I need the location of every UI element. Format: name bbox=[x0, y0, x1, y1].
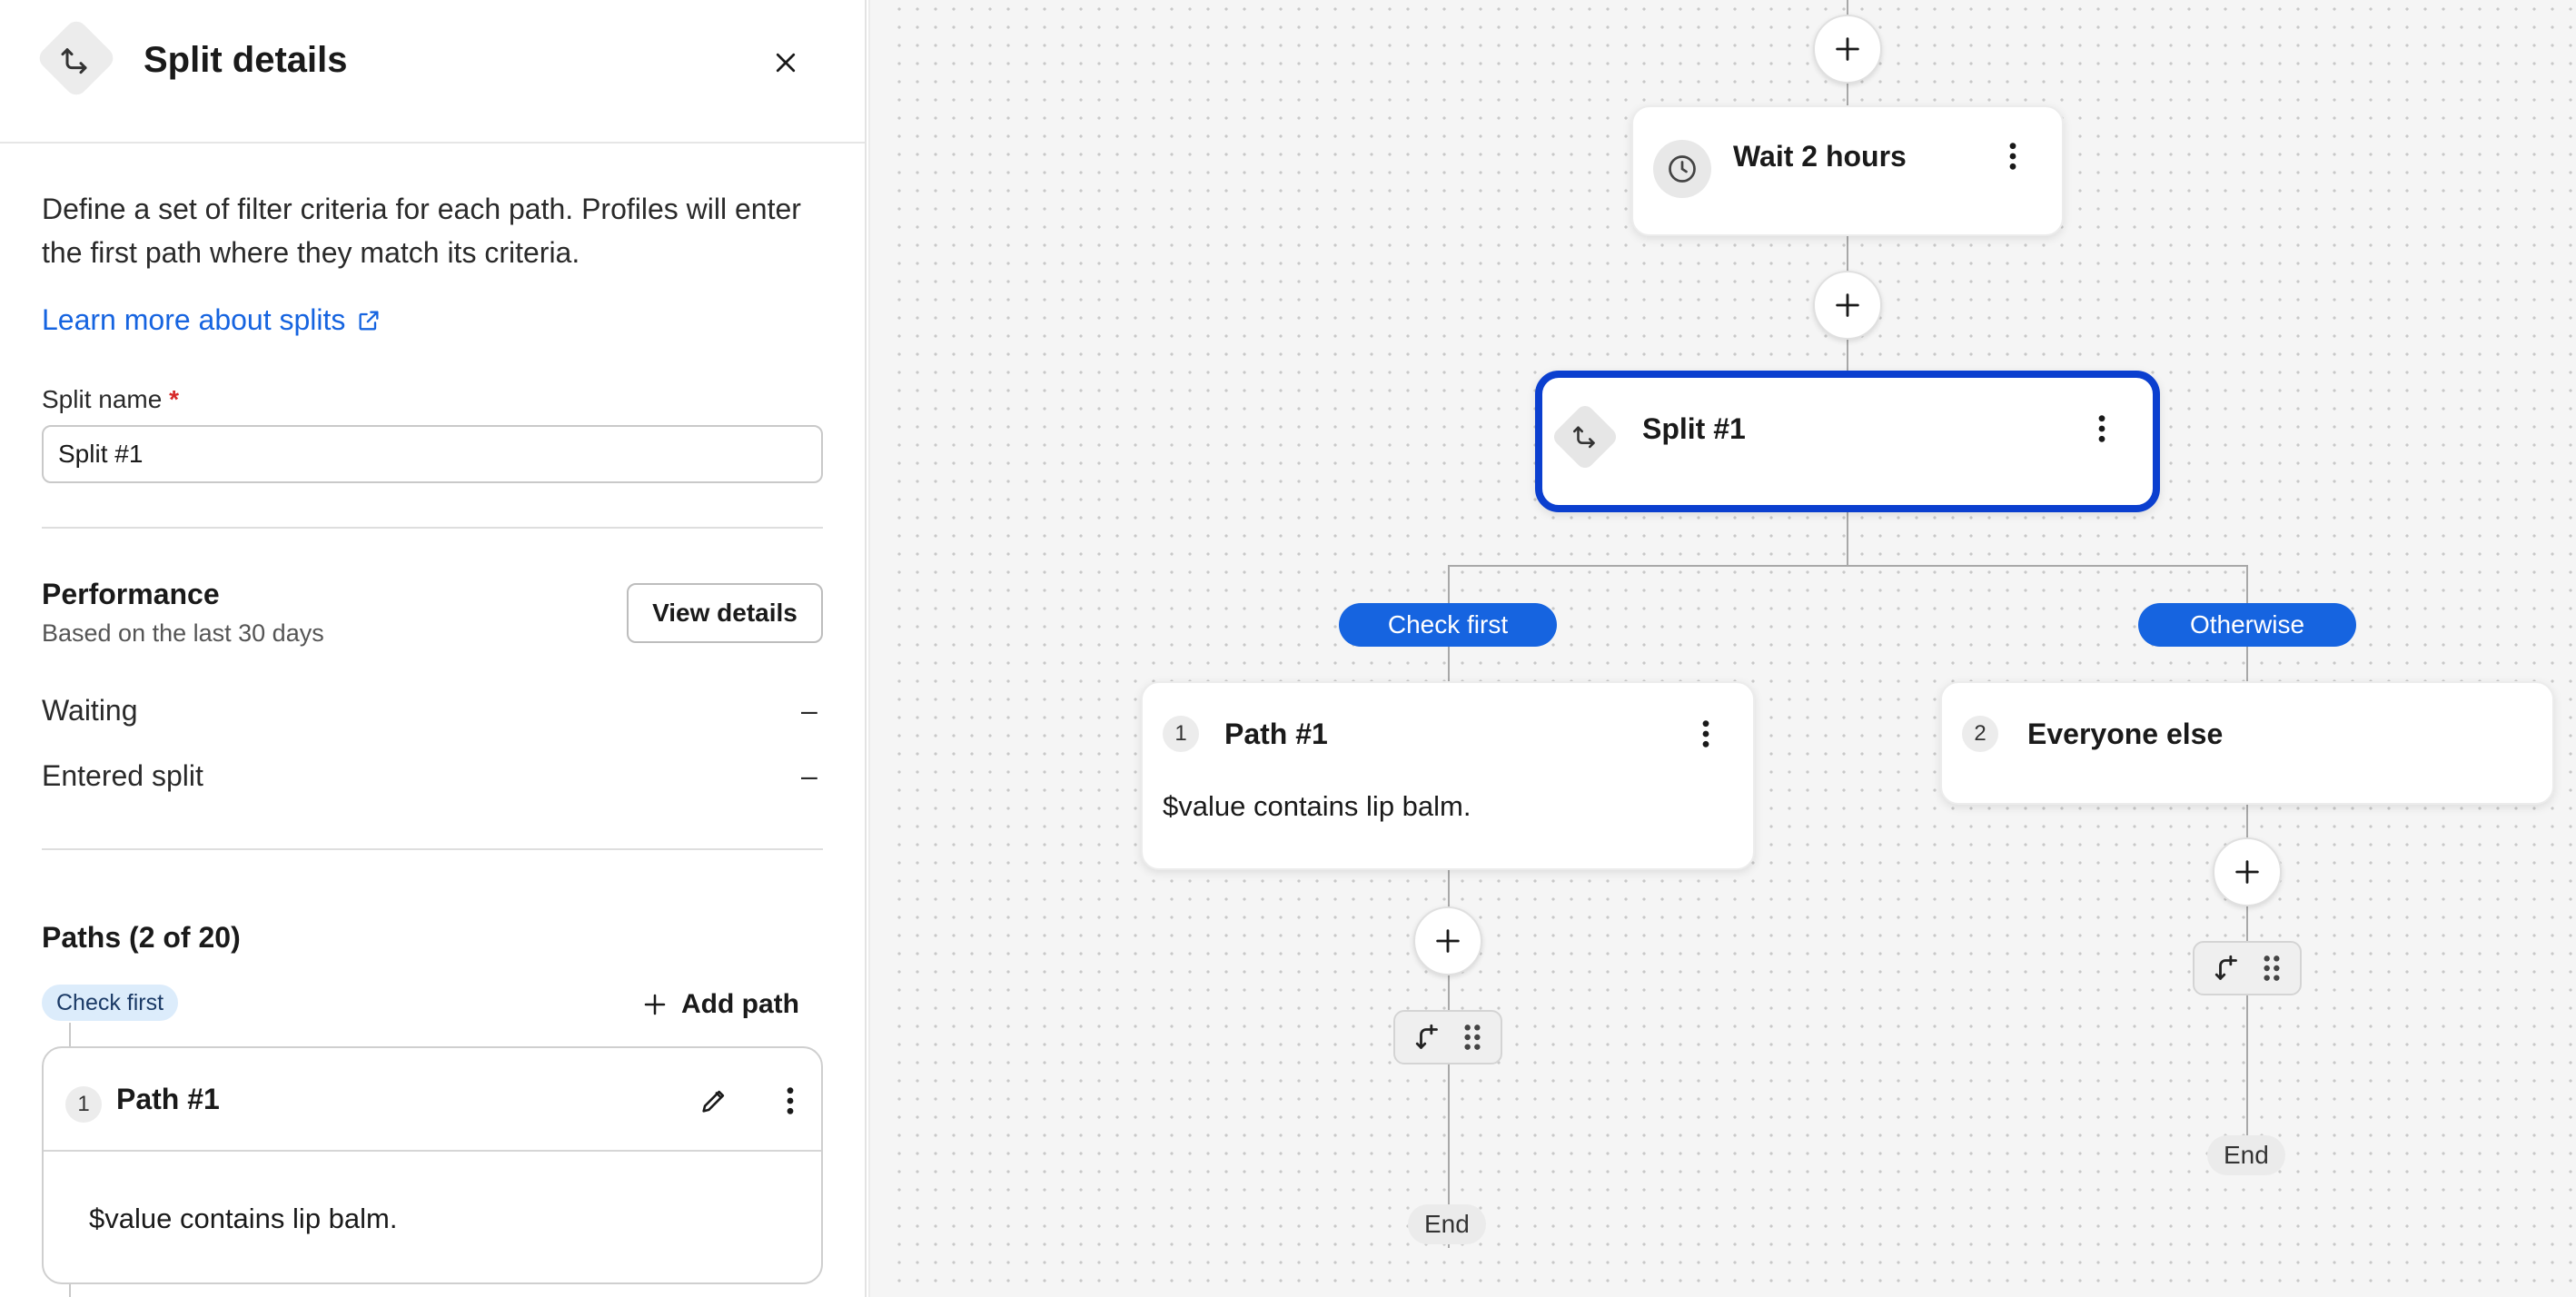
path-card[interactable]: 1 Path #1 $value contains lip balm. bbox=[42, 1046, 823, 1284]
performance-title: Performance bbox=[42, 578, 220, 610]
drag-grip-icon bbox=[2264, 955, 2280, 981]
performance-subtitle: Based on the last 30 days bbox=[42, 619, 324, 647]
path-node-title: Path #1 bbox=[1224, 718, 1328, 750]
more-vertical-icon[interactable] bbox=[770, 1081, 810, 1121]
add-step-button[interactable] bbox=[2213, 837, 2282, 906]
learn-more-link[interactable]: Learn more about splits bbox=[42, 303, 381, 337]
plus-icon bbox=[1436, 929, 1460, 953]
panel-gutter bbox=[868, 0, 890, 1297]
path-number: 2 bbox=[1962, 716, 1998, 752]
everyone-else-node[interactable]: 2 Everyone else bbox=[1940, 681, 2554, 805]
path-card-condition: $value contains lip balm. bbox=[89, 1203, 398, 1234]
split-name-input[interactable] bbox=[42, 425, 823, 483]
connector-line bbox=[1847, 512, 1848, 567]
panel-header: Split details bbox=[0, 0, 865, 144]
drag-grip-icon bbox=[1464, 1025, 1481, 1050]
view-details-button[interactable]: View details bbox=[627, 583, 823, 643]
learn-more-label: Learn more about splits bbox=[42, 303, 346, 336]
connector-line bbox=[1448, 565, 2248, 567]
split-node-title: Split #1 bbox=[1642, 412, 1746, 445]
split-icon bbox=[54, 40, 98, 84]
more-vertical-icon[interactable] bbox=[2082, 409, 2122, 449]
plus-icon bbox=[1836, 37, 1859, 61]
branch-drag-handle[interactable] bbox=[2193, 941, 2302, 995]
pencil-icon[interactable] bbox=[694, 1081, 734, 1121]
check-first-pill: Check first bbox=[1339, 603, 1557, 647]
more-vertical-icon[interactable] bbox=[1993, 136, 2033, 176]
wait-node[interactable]: Wait 2 hours bbox=[1631, 105, 2064, 236]
more-vertical-icon[interactable] bbox=[1686, 714, 1726, 754]
metric-entered-label: Entered split bbox=[42, 759, 203, 792]
required-mark: * bbox=[169, 385, 179, 413]
metric-entered-value: – bbox=[801, 759, 817, 792]
add-path-button[interactable]: Add path bbox=[641, 985, 799, 1025]
branch-drag-handle[interactable] bbox=[1393, 1010, 1502, 1064]
path-number: 1 bbox=[1163, 716, 1199, 752]
path-number: 1 bbox=[65, 1086, 102, 1123]
check-first-badge: Check first bbox=[42, 985, 179, 1021]
close-icon[interactable] bbox=[763, 40, 808, 85]
plus-icon bbox=[644, 994, 666, 1015]
add-step-button[interactable] bbox=[1413, 906, 1482, 975]
clock-icon bbox=[1653, 140, 1711, 198]
plus-icon bbox=[2235, 860, 2259, 884]
path-card-title: Path #1 bbox=[116, 1083, 220, 1115]
split-name-label-text: Split name bbox=[42, 385, 163, 413]
metric-waiting-value: – bbox=[801, 694, 817, 727]
wait-node-title: Wait 2 hours bbox=[1733, 140, 1907, 173]
add-step-button[interactable] bbox=[1813, 15, 1882, 84]
branch-icon bbox=[1415, 1024, 1438, 1049]
split-node-selected[interactable]: Split #1 bbox=[1535, 371, 2160, 512]
panel-description: Define a set of filter criteria for each… bbox=[42, 193, 801, 269]
metric-waiting-label: Waiting bbox=[42, 694, 138, 727]
split-details-panel: Split details Define a set of filter cri… bbox=[0, 0, 867, 1297]
end-marker: End bbox=[2207, 1135, 2285, 1175]
external-link-icon bbox=[359, 311, 379, 330]
plus-icon bbox=[1836, 293, 1859, 317]
path-card-header: 1 Path #1 bbox=[44, 1048, 821, 1152]
panel-title: Split details bbox=[144, 40, 348, 80]
divider bbox=[42, 848, 823, 850]
split-name-label: Split name * bbox=[42, 385, 179, 414]
paths-title: Paths (2 of 20) bbox=[42, 921, 241, 954]
branch-icon bbox=[2214, 955, 2237, 980]
divider bbox=[42, 527, 823, 529]
otherwise-pill: Otherwise bbox=[2138, 603, 2356, 647]
add-step-button[interactable] bbox=[1813, 271, 1882, 340]
path-node-condition: $value contains lip balm. bbox=[1163, 790, 1471, 822]
everyone-else-title: Everyone else bbox=[2027, 718, 2224, 750]
add-path-label: Add path bbox=[681, 989, 799, 1019]
path-node[interactable]: 1 Path #1 $value contains lip balm. bbox=[1141, 681, 1755, 870]
split-icon bbox=[1566, 418, 1606, 458]
end-marker: End bbox=[1408, 1204, 1486, 1244]
